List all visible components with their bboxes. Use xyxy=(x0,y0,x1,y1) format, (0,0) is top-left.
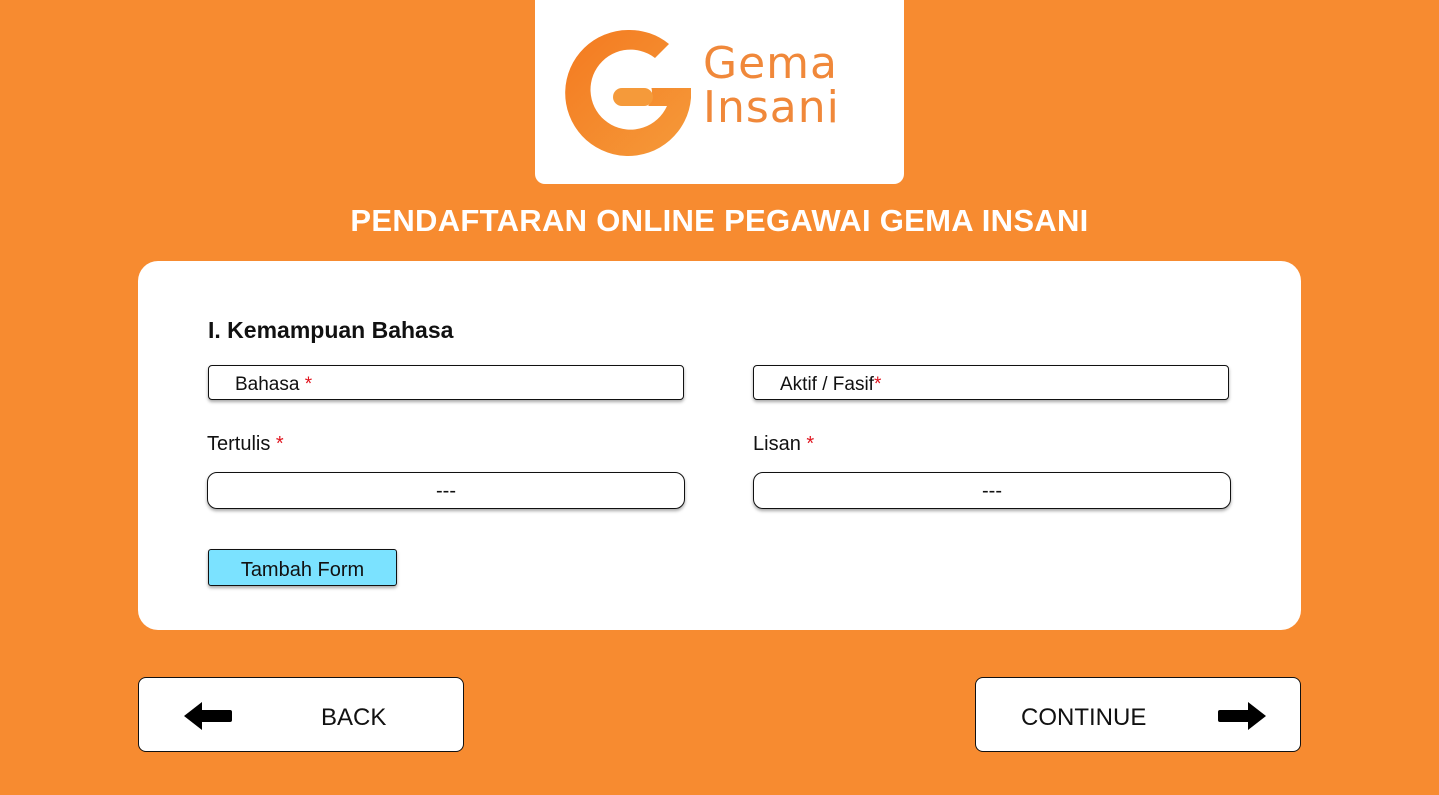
tertulis-select[interactable]: --- xyxy=(207,472,685,509)
bahasa-placeholder-text: Bahasa xyxy=(235,374,300,395)
required-asterisk: * xyxy=(873,374,882,395)
logo-line-1: Gema xyxy=(703,38,838,89)
aktif-fasif-input[interactable]: Aktif / Fasif* xyxy=(753,365,1229,400)
gema-insani-logo-icon xyxy=(565,29,691,156)
lisan-label: Lisan * xyxy=(753,433,814,456)
required-asterisk: * xyxy=(275,433,284,455)
arrow-right-icon xyxy=(1218,702,1266,730)
logo-line-2: Insani xyxy=(703,82,840,133)
lisan-select[interactable]: --- xyxy=(753,472,1231,509)
arrow-left-icon xyxy=(184,702,232,730)
tambah-form-button[interactable]: Tambah Form xyxy=(208,549,397,586)
section-title: I. Kemampuan Bahasa xyxy=(208,317,454,343)
bahasa-placeholder: Bahasa * xyxy=(235,374,312,396)
required-asterisk: * xyxy=(304,374,313,395)
lisan-label-text: Lisan xyxy=(753,433,801,455)
tertulis-label: Tertulis * xyxy=(207,433,284,456)
bahasa-input[interactable]: Bahasa * xyxy=(208,365,684,400)
tertulis-label-text: Tertulis xyxy=(207,433,271,455)
form-card: I. Kemampuan Bahasa Bahasa * Aktif / Fas… xyxy=(138,261,1301,630)
aktif-fasif-placeholder-text: Aktif / Fasif xyxy=(780,374,874,395)
continue-button[interactable]: CONTINUE xyxy=(975,677,1301,752)
logo-card: Gema Insani xyxy=(535,0,904,184)
logo-wordmark: Gema Insani xyxy=(703,42,840,130)
back-label: BACK xyxy=(321,704,387,731)
page-title: PENDAFTARAN ONLINE PEGAWAI GEMA INSANI xyxy=(350,203,1089,238)
back-button[interactable]: BACK xyxy=(138,677,464,752)
aktif-fasif-placeholder: Aktif / Fasif* xyxy=(780,374,881,396)
continue-label: CONTINUE xyxy=(1021,704,1147,731)
required-asterisk: * xyxy=(806,433,815,455)
